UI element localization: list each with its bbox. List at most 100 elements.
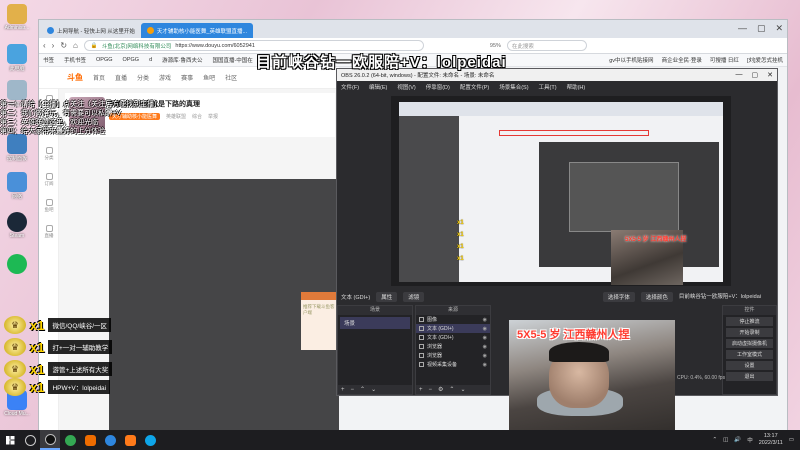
volume-icon[interactable]: 🔊 [734,437,741,443]
taskbar-g[interactable] [80,430,100,450]
search-input[interactable]: 在此搜索 [506,40,587,51]
minimize-button[interactable]: — [738,23,747,34]
eye-icon[interactable]: ◉ [483,362,487,368]
nav-item[interactable]: 直播 [115,73,127,82]
exit-button[interactable]: 退出 [726,372,773,381]
obs-preview[interactable]: x1 x1 x1 x1 5X5-5 岁 江西赣州人捏 [391,96,731,286]
scene-item[interactable]: 场景 [340,317,410,329]
close-button[interactable]: ✕ [767,71,773,79]
bookmark-item[interactable]: 可搜播 日红 [710,56,739,64]
down-icon[interactable]: ⌄ [371,386,376,393]
desktop-icon-user[interactable]: Administr... [2,4,32,31]
sidebar-item[interactable]: 鱼吧 [39,193,59,219]
taskbar-chrome[interactable] [60,430,80,450]
forward-arrow-icon[interactable]: › [52,41,55,50]
eye-icon[interactable]: ◉ [483,326,487,332]
add-icon[interactable]: + [341,387,345,393]
refresh-icon[interactable]: ↻ [60,41,67,50]
maximize-button[interactable]: ▢ [757,23,766,34]
close-button[interactable]: ✕ [775,23,783,34]
room-tag[interactable]: 综合 [192,113,202,120]
bookmark-item[interactable]: 游源库·鲁西夫公 [162,56,202,64]
add-icon[interactable]: + [419,387,423,393]
sidebar-item[interactable]: 分类 [39,141,59,167]
tab-douyu[interactable]: 天才辅助核小能医舞_英雄联盟直播... [140,23,254,38]
virtual-camera-button[interactable]: 启动虚拟摄像机 [726,339,773,348]
nav-item[interactable]: 赛事 [181,73,193,82]
menu-profile[interactable]: 配置文件(P) [460,83,489,91]
taskbar-obs[interactable] [40,430,60,450]
select-font-button[interactable]: 选择字体 [602,292,635,302]
bookmark-item[interactable]: d [149,57,152,63]
menu-help[interactable]: 帮助(H) [567,83,586,91]
bookmark-item[interactable]: OPGG [96,57,113,63]
maximize-button[interactable]: ▢ [752,71,759,79]
bookmark-item[interactable]: 手机书签 [64,56,86,64]
menu-tools[interactable]: 工具(T) [539,83,557,91]
sidebar-item[interactable]: 直播 [39,219,59,245]
bookmark-item[interactable]: OPGG [123,57,140,63]
source-item[interactable]: 浏览器 ◉ [416,351,490,360]
bookmark-item[interactable]: 商企业全民·登录 [662,56,702,64]
taskbar-edge[interactable] [140,430,160,450]
eye-icon[interactable]: ◉ [483,317,487,323]
source-item[interactable]: 浏览器 ◉ [416,342,490,351]
douyu-logo[interactable]: 斗鱼 [67,72,83,83]
nav-item[interactable]: 游戏 [159,73,171,82]
studio-mode-button[interactable]: 工作室模式 [726,350,773,359]
taskbar-douyu[interactable] [120,430,140,450]
up-icon[interactable]: ⌃ [449,386,454,393]
bookmark-item[interactable]: gv中以手机贴接网 [609,56,653,64]
remove-icon[interactable]: − [351,387,355,393]
nav-item[interactable]: 鱼吧 [203,73,215,82]
back-arrow-icon[interactable]: ‹ [43,41,46,50]
notification-icon[interactable]: ▭ [789,437,794,443]
up-icon[interactable]: ⌃ [360,386,365,393]
bookmark-item[interactable]: [刘]爱怎式挂机 [747,56,783,64]
eye-icon[interactable]: ◉ [483,344,487,350]
start-button[interactable] [0,430,20,450]
zoom-level[interactable]: 95% [490,43,501,49]
select-color-button[interactable]: 选择颜色 [640,292,673,302]
down-icon[interactable]: ⌄ [460,386,465,393]
sidebar-item[interactable]: 订阅 [39,167,59,193]
text-source-value[interactable]: 目前峡谷钻一欧服陪+V：lolpeidai [679,292,761,302]
menu-scene-collection[interactable]: 场景集合(S) [499,83,528,91]
desktop-icon-app1[interactable] [2,254,32,274]
source-item[interactable]: 视频采集设备 ◉ [416,360,490,369]
source-item[interactable]: 图像 ◉ [416,315,490,324]
taskbar-app[interactable] [20,430,40,450]
settings-button[interactable]: 设置 [726,361,773,370]
desktop-icon-computer[interactable]: 此电脑 [2,44,32,72]
bookmark-item[interactable]: 国国直播-中国在 [212,56,252,64]
start-recording-button[interactable]: 开始录制 [726,328,773,337]
menu-view[interactable]: 视图(V) [397,83,415,91]
desktop-icon-steam[interactable]: Steam [2,212,32,239]
desktop-icon-control[interactable]: 控制面板 [2,134,32,162]
report-link[interactable]: 举报 [208,113,218,120]
nav-item[interactable]: 社区 [225,73,237,82]
ime-icon[interactable]: 中 [747,436,753,444]
network-icon[interactable]: ◫ [723,437,728,443]
nav-item[interactable]: 首页 [93,73,105,82]
eye-icon[interactable]: ◉ [483,353,487,359]
bookmark-item[interactable]: 书签 [43,56,54,64]
clock[interactable]: 13:17 2022/3/11 [759,433,783,447]
gear-icon[interactable]: ⚙ [438,386,443,393]
properties-button[interactable]: 属性 [376,292,398,302]
desktop-icon-network[interactable]: 网络 [2,172,32,200]
home-icon[interactable]: ⌂ [73,41,78,50]
minimize-button[interactable]: — [736,71,743,79]
source-item[interactable]: 文本 (GDI+) ◉ [416,333,490,342]
tab-navigation[interactable]: 上网导航 - 轻快上网 从这里开始 [41,23,141,38]
url-input[interactable]: 🔒 斗鱼(北京)网络科技有限公司 https://www.douyu.com/6… [83,40,424,51]
taskbar-browser[interactable] [100,430,120,450]
remove-icon[interactable]: − [429,387,433,393]
chevron-up-icon[interactable]: ⌃ [713,437,718,443]
menu-docks[interactable]: 停靠窗(D) [426,83,450,91]
download-dialog[interactable]: 推荐下载斗鱼客户端 [301,292,339,350]
menu-file[interactable]: 文件(F) [341,83,359,91]
nav-item[interactable]: 分类 [137,73,149,82]
menu-edit[interactable]: 编辑(E) [369,83,387,91]
stop-streaming-button[interactable]: 停止推流 [726,317,773,326]
